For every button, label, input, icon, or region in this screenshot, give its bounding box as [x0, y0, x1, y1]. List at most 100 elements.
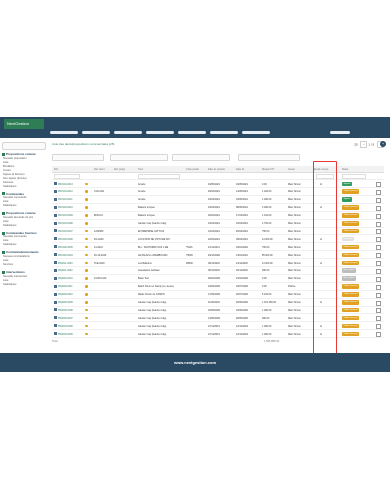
nav-menu-item[interactable]: [178, 131, 206, 134]
sidebar-item[interactable]: Nouvelle intervention: [3, 275, 27, 278]
author-link[interactable]: Marc Simon: [288, 325, 301, 328]
sidebar-item[interactable]: Liste: [3, 279, 8, 282]
author-link[interactable]: Marc Simon: [288, 198, 301, 201]
row-checkbox[interactable]: [376, 316, 381, 322]
sidebar-section[interactable]: Interventions: [2, 270, 25, 274]
row-checkbox[interactable]: [376, 189, 381, 195]
row-checkbox[interactable]: [376, 213, 381, 219]
proposal-ref-link[interactable]: PR2011-0002: [58, 269, 73, 272]
page-size-select[interactable]: 25: [354, 142, 357, 146]
col-header[interactable]: Statut: [342, 168, 348, 171]
sidebar-section[interactable]: Propositions comme: [2, 211, 36, 215]
col-header[interactable]: Auteur: [288, 168, 295, 171]
thirdparty-link[interactable]: Mairie Simon de CAMPO: [138, 293, 165, 296]
thirdparty-link[interactable]: Batterie tronçée: [138, 214, 155, 217]
author-link[interactable]: Patrice: [288, 285, 295, 288]
author-link[interactable]: Marc Simon: [288, 277, 301, 280]
thirdparty-link[interactable]: Les Ballerins: [138, 262, 152, 265]
row-checkbox[interactable]: [376, 245, 381, 251]
sidebar-item[interactable]: Statistiques: [3, 185, 16, 188]
author-link[interactable]: Marc Simon: [288, 222, 301, 225]
row-checkbox[interactable]: [376, 221, 381, 227]
proposal-ref-link[interactable]: PR2005-0007: [58, 317, 73, 320]
row-checkbox[interactable]: [376, 182, 381, 187]
proposal-ref-link[interactable]: PR2006-0010: [58, 293, 73, 296]
thirdparty-link[interactable]: Garden Cap (Garden Cap): [138, 333, 166, 336]
col-header[interactable]: Réf. client: [94, 168, 105, 171]
proposal-ref-link[interactable]: PR2006-0011: [58, 285, 73, 288]
author-link[interactable]: Marc Simon: [288, 238, 301, 241]
thirdparty-link[interactable]: BLI - SANTORINI SCS L.RE: [138, 246, 168, 249]
author-link[interactable]: Marc Simon: [288, 246, 301, 249]
sidebar-item[interactable]: Liste: [3, 220, 8, 223]
sidebar-item[interactable]: Facturée: [3, 181, 13, 184]
proposal-ref-link[interactable]: PR2104-0012: [58, 190, 73, 193]
sidebar-item[interactable]: Statistiques: [3, 243, 16, 246]
thirdparty-link[interactable]: LE PALAIS LUXEMBOURG: [138, 254, 167, 257]
author-link[interactable]: Marc Simon: [288, 214, 301, 217]
thirdparty-link[interactable]: Garden Cap (Garden Cap): [138, 325, 166, 328]
thirdparty-link[interactable]: Garden Cap (Garden Cap): [138, 222, 166, 225]
sidebar-item[interactable]: Brouillons: [3, 165, 14, 168]
proposal-ref-link[interactable]: PR2103-0007: [58, 230, 73, 233]
thirdparty-link[interactable]: LOCATION DE VOITURE SIX: [138, 238, 170, 241]
filter-field[interactable]: [52, 154, 104, 161]
proposal-ref-link[interactable]: PR2003-0005: [58, 333, 73, 336]
filter-field[interactable]: [172, 154, 230, 161]
col-header[interactable]: Date fin: [236, 168, 244, 171]
row-checkbox[interactable]: [376, 292, 381, 298]
user-menu[interactable]: [330, 131, 350, 134]
prev-page-button[interactable]: ‹: [360, 141, 368, 148]
row-checkbox[interactable]: [376, 276, 381, 282]
proposal-ref-link[interactable]: PR2020-0001: [58, 277, 73, 280]
thirdparty-link[interactable]: Batterie tronçée: [138, 206, 155, 209]
author-link[interactable]: Marc Simon: [288, 293, 301, 296]
sidebar-item[interactable]: Statistiques: [3, 204, 16, 207]
nav-menu-item[interactable]: [114, 131, 142, 134]
thirdparty-link[interactable]: Amazé: [138, 198, 145, 201]
sidebar-item[interactable]: Nouvelle demande de prix: [3, 216, 33, 219]
sidebar-item[interactable]: Liste: [3, 161, 8, 164]
proposal-ref-link[interactable]: PR2004-0006: [58, 325, 73, 328]
sidebar-item[interactable]: Nouvelle commande: [3, 235, 27, 238]
row-checkbox[interactable]: [376, 229, 381, 235]
new-proposal-button[interactable]: +: [380, 141, 386, 147]
thirdparty-link[interactable]: Batch Simon et Sandy (Le Jeune): [138, 285, 174, 288]
sidebar-item[interactable]: Nouvelle commande: [3, 196, 27, 199]
filter-field[interactable]: [110, 154, 168, 161]
proposal-ref-link[interactable]: PR2104-0013: [58, 183, 73, 186]
row-checkbox[interactable]: [376, 237, 381, 243]
filter-field[interactable]: [238, 154, 300, 161]
author-link[interactable]: Marc Simon: [288, 333, 301, 336]
col-header[interactable]: Réf.: [54, 168, 58, 171]
author-link[interactable]: Marc Simon: [288, 183, 301, 186]
footer-url[interactable]: www.nextgestion.com: [174, 360, 216, 365]
proposal-ref-link[interactable]: PR2102-0005: [58, 246, 73, 249]
row-checkbox[interactable]: [376, 253, 381, 259]
proposal-ref-link[interactable]: PR2103-0006: [58, 238, 73, 241]
sidebar-section[interactable]: Commandes: [2, 192, 24, 196]
row-checkbox[interactable]: [376, 300, 381, 306]
row-checkbox[interactable]: [376, 268, 381, 274]
sidebar-item[interactable]: Liste: [3, 259, 8, 262]
author-link[interactable]: Marc Simon: [288, 301, 301, 304]
app-logo[interactable]: NextGestion: [4, 119, 44, 129]
proposal-ref-link[interactable]: PR2104-0008: [58, 222, 73, 225]
column-filter[interactable]: [138, 174, 180, 179]
nav-menu-item[interactable]: [242, 131, 270, 134]
sidebar-item[interactable]: Services: [3, 263, 13, 266]
proposal-ref-link[interactable]: PR2006-0009: [58, 301, 73, 304]
nav-menu-item[interactable]: [210, 131, 238, 134]
sidebar-item[interactable]: Statistiques: [3, 224, 16, 227]
author-link[interactable]: Marc Simon: [288, 309, 301, 312]
thirdparty-link[interactable]: Garden Cap (Garden Cap): [138, 317, 166, 320]
author-link[interactable]: Marc Simon: [288, 230, 301, 233]
sidebar-item[interactable]: Nouvelle proposition: [3, 157, 27, 160]
sidebar-item[interactable]: Nouveau contrat/abonn: [3, 255, 30, 258]
proposal-ref-link[interactable]: PR2104-0011: [58, 198, 73, 201]
proposal-ref-link[interactable]: PR2104-0010: [58, 206, 73, 209]
sidebar-section[interactable]: Contrats/abonnements: [2, 250, 39, 254]
nav-menu-item[interactable]: [146, 131, 174, 134]
thirdparty-link[interactable]: Association Gothaar: [138, 269, 160, 272]
sidebar-search-input[interactable]: [2, 142, 46, 150]
